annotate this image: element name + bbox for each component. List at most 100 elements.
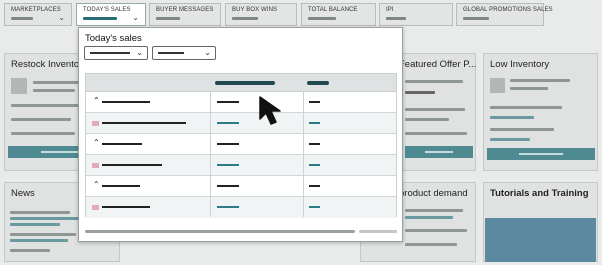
- text-placeholder: [405, 209, 463, 212]
- card-title: News: [11, 188, 35, 199]
- column-header-sales[interactable]: [307, 81, 329, 85]
- tab-label: TODAY'S SALES: [83, 7, 131, 13]
- caret-up-icon[interactable]: ⌃: [93, 97, 100, 105]
- row-label-placeholder: [102, 185, 140, 187]
- featured-offer-button[interactable]: [405, 146, 473, 158]
- row-value-placeholder: [309, 101, 320, 103]
- sales-table: ⌃ ⌃ ⌃: [85, 73, 397, 218]
- text-placeholder: [10, 211, 70, 214]
- column-header-units[interactable]: [215, 81, 275, 85]
- tab-total-balance[interactable]: TOTAL BALANCE: [301, 3, 376, 26]
- select-value-placeholder: [158, 52, 184, 54]
- tab-label: GLOBAL PROMOTIONS SALES: [463, 7, 553, 13]
- tab-label: IPI: [386, 7, 394, 13]
- column-divider: [303, 92, 304, 217]
- table-row[interactable]: ⌃: [86, 134, 396, 155]
- todays-sales-popover: Today's sales ⌄ ⌄ ⌃ ⌃ ⌃: [78, 27, 403, 242]
- table-row[interactable]: [86, 113, 396, 134]
- color-swatch: [92, 121, 99, 126]
- tab-label: BUYER MESSAGES: [156, 7, 214, 13]
- card-title: product demand: [399, 188, 468, 199]
- low-inventory-button[interactable]: [487, 148, 595, 160]
- tab-value-placeholder: [308, 17, 336, 20]
- table-header: [86, 74, 396, 92]
- tab-marketplaces[interactable]: MARKETPLACES ⌄: [4, 3, 72, 26]
- row-value-placeholder: [217, 206, 239, 208]
- row-value-placeholder: [217, 101, 239, 103]
- mouse-pointer-icon: [259, 96, 281, 125]
- card-title: Tutorials and Training: [490, 188, 589, 199]
- text-placeholder: [490, 128, 554, 131]
- text-placeholder: [405, 91, 435, 94]
- text-placeholder: [10, 239, 68, 242]
- text-placeholder: [405, 80, 463, 83]
- row-value-placeholder: [217, 122, 239, 124]
- text-placeholder: [33, 81, 83, 84]
- date-range-select[interactable]: ⌄: [152, 46, 216, 60]
- text-placeholder: [510, 79, 570, 82]
- text-placeholder: [10, 233, 76, 236]
- tab-value-placeholder: [156, 17, 180, 20]
- horizontal-scrollbar[interactable]: [85, 230, 355, 233]
- row-value-placeholder: [309, 206, 320, 208]
- row-label-placeholder: [102, 206, 150, 208]
- card-low-inventory: Low Inventory: [483, 53, 598, 171]
- card-tutorials-training: Tutorials and Training: [483, 182, 598, 262]
- tab-ipi[interactable]: IPI: [379, 3, 453, 26]
- tab-value-placeholder: [11, 17, 33, 20]
- caret-up-icon[interactable]: ⌃: [93, 181, 100, 189]
- tab-todays-sales[interactable]: TODAY'S SALES ⌄: [76, 3, 146, 26]
- table-row[interactable]: [86, 155, 396, 176]
- row-value-placeholder: [309, 185, 320, 187]
- scrollbar-track: [359, 230, 397, 233]
- row-label-placeholder: [102, 164, 162, 166]
- text-placeholder: [405, 118, 449, 121]
- text-placeholder: [10, 249, 50, 252]
- text-placeholder: [490, 116, 534, 119]
- color-swatch: [92, 163, 99, 168]
- tab-label: TOTAL BALANCE: [308, 7, 358, 13]
- row-label-placeholder: [102, 101, 150, 103]
- text-placeholder: [405, 229, 467, 232]
- table-row[interactable]: ⌃: [86, 176, 396, 197]
- metrics-tab-bar: MARKETPLACES ⌄ TODAY'S SALES ⌄ BUYER MES…: [0, 0, 602, 28]
- tab-buy-box-wins[interactable]: BUY BOX WINS: [225, 3, 297, 26]
- tutorial-video-thumbnail[interactable]: [485, 218, 596, 262]
- card-title: Low Inventory: [490, 59, 550, 70]
- text-placeholder: [11, 118, 71, 121]
- marketplace-select[interactable]: ⌄: [84, 46, 148, 60]
- row-value-placeholder: [309, 164, 320, 166]
- text-placeholder: [405, 216, 453, 219]
- row-value-placeholder: [309, 143, 320, 145]
- color-swatch: [92, 205, 99, 210]
- row-value-placeholder: [217, 143, 239, 145]
- text-placeholder: [10, 223, 60, 226]
- tab-global-promotions-sales[interactable]: GLOBAL PROMOTIONS SALES: [456, 3, 553, 26]
- row-value-placeholder: [217, 185, 239, 187]
- tab-label: MARKETPLACES: [11, 7, 61, 13]
- text-placeholder: [510, 87, 548, 90]
- caret-up-icon[interactable]: ⌃: [93, 139, 100, 147]
- text-placeholder: [10, 217, 82, 220]
- tab-label: BUY BOX WINS: [232, 7, 278, 13]
- text-placeholder: [405, 243, 457, 246]
- tab-value-placeholder: [232, 17, 258, 20]
- text-placeholder: [405, 108, 465, 111]
- table-row[interactable]: ⌃: [86, 92, 396, 113]
- chevron-down-icon: ⌄: [132, 13, 139, 22]
- text-placeholder: [490, 138, 530, 141]
- chevron-down-icon: ⌄: [136, 48, 143, 57]
- row-value-placeholder: [309, 122, 320, 124]
- tab-value-placeholder: [463, 17, 489, 20]
- tab-value-placeholder: [83, 17, 117, 20]
- text-placeholder: [490, 106, 562, 109]
- row-label-placeholder: [102, 122, 186, 124]
- card-title: Featured Offer P...: [399, 59, 477, 70]
- table-row[interactable]: [86, 197, 396, 218]
- chevron-down-icon: ⌄: [58, 13, 65, 22]
- tab-buyer-messages[interactable]: BUYER MESSAGES: [149, 3, 221, 26]
- text-placeholder: [405, 132, 467, 135]
- select-value-placeholder: [90, 52, 130, 54]
- text-placeholder: [33, 89, 75, 92]
- tab-value-placeholder: [386, 17, 406, 20]
